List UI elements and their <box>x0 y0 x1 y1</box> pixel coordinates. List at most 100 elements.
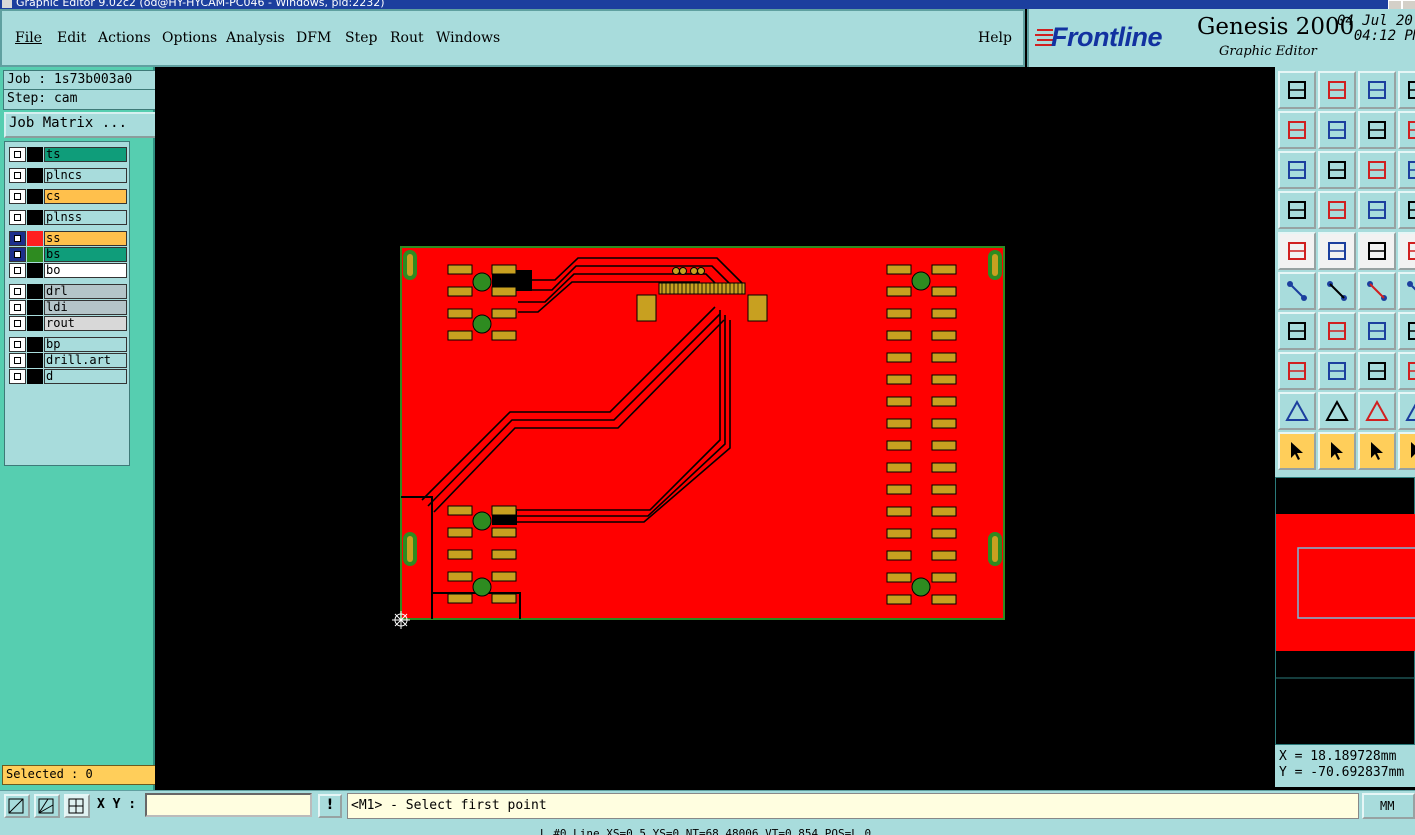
layer-checkbox[interactable] <box>9 337 26 352</box>
angle-snap-icon[interactable] <box>34 794 60 818</box>
layer-row-rout[interactable]: rout <box>9 316 127 331</box>
menu-step[interactable]: Step <box>345 30 377 46</box>
menu-help[interactable]: Help <box>978 30 1012 46</box>
layer-color-swatch[interactable] <box>27 337 43 352</box>
node-icon[interactable] <box>1398 272 1415 310</box>
layer-row-ss[interactable]: ss <box>9 231 127 246</box>
menu-windows[interactable]: Windows <box>436 30 500 46</box>
layer-row-drl[interactable]: drl <box>9 284 127 299</box>
slot-icon[interactable] <box>1398 392 1415 430</box>
warning-button[interactable]: ! <box>318 794 342 818</box>
xy-input[interactable] <box>145 793 312 817</box>
layer-color-swatch[interactable] <box>27 263 43 278</box>
layer-name[interactable]: bo <box>44 263 127 278</box>
prev-icon[interactable] <box>1278 111 1316 149</box>
select-icon[interactable] <box>1278 432 1316 470</box>
layer-name[interactable]: drill.art <box>44 353 127 368</box>
surface-icon[interactable] <box>1358 392 1396 430</box>
layer-color-swatch[interactable] <box>27 247 43 262</box>
point-move-icon[interactable] <box>1358 272 1396 310</box>
feature-info-icon[interactable] <box>1278 232 1316 270</box>
layer-checkbox[interactable] <box>9 300 26 315</box>
layer-checkbox[interactable] <box>9 369 26 384</box>
units-button[interactable]: MM <box>1362 793 1415 819</box>
layer-name[interactable]: ldi <box>44 300 127 315</box>
box-icon[interactable] <box>1398 232 1415 270</box>
layer-name[interactable]: d <box>44 369 127 384</box>
layer-checkbox[interactable] <box>9 263 26 278</box>
select-extra-icon[interactable] <box>1398 432 1415 470</box>
open-layer-icon[interactable] <box>1278 71 1316 109</box>
text-icon[interactable] <box>1398 312 1415 350</box>
overview-map[interactable] <box>1276 478 1415 746</box>
layer-checkbox[interactable] <box>9 189 26 204</box>
line-add-icon[interactable] <box>1318 352 1356 390</box>
poly-icon[interactable] <box>1318 392 1356 430</box>
measure-icon[interactable] <box>1358 191 1396 229</box>
layer-row-bo[interactable]: bo <box>9 263 127 278</box>
layer-row-cs[interactable]: cs <box>9 189 127 204</box>
layer-color-swatch[interactable] <box>27 284 43 299</box>
layer-checkbox[interactable] <box>9 147 26 162</box>
layer-checkbox[interactable] <box>9 284 26 299</box>
next-icon[interactable] <box>1318 111 1356 149</box>
layer-name[interactable]: bp <box>44 337 127 352</box>
ruler-icon[interactable] <box>1358 232 1396 270</box>
redo-icon[interactable] <box>1398 111 1415 149</box>
graphic-canvas[interactable] <box>155 67 1275 790</box>
select-box-icon[interactable] <box>1318 432 1356 470</box>
layer-name[interactable]: ts <box>44 147 127 162</box>
overview-window[interactable] <box>1275 477 1415 745</box>
menu-analysis[interactable]: Analysis <box>226 30 285 46</box>
pad-add-icon[interactable] <box>1278 352 1316 390</box>
layer-color-swatch[interactable] <box>27 189 43 204</box>
zoom-box-icon[interactable] <box>1398 151 1415 189</box>
snap-edit-icon[interactable] <box>1318 232 1356 270</box>
probe-icon[interactable] <box>1318 191 1356 229</box>
arc-icon[interactable] <box>1358 312 1396 350</box>
menu-actions[interactable]: Actions <box>98 30 151 46</box>
layer-color-swatch[interactable] <box>27 210 43 225</box>
menu-file[interactable]: File <box>15 30 42 46</box>
layer-row-plnss[interactable]: plnss <box>9 210 127 225</box>
layer-color-swatch[interactable] <box>27 353 43 368</box>
intersect-icon[interactable] <box>1318 272 1356 310</box>
layer-name[interactable]: bs <box>44 247 127 262</box>
layer-name[interactable]: cs <box>44 189 127 204</box>
layer-row-ldi[interactable]: ldi <box>9 300 127 315</box>
layer-row-plncs[interactable]: plncs <box>9 168 127 183</box>
home-icon[interactable] <box>1358 71 1396 109</box>
dimension-icon[interactable] <box>1358 352 1396 390</box>
menu-edit[interactable]: Edit <box>57 30 86 46</box>
layer-name[interactable]: drl <box>44 284 127 299</box>
connect-icon[interactable] <box>1278 272 1316 310</box>
angle-icon[interactable] <box>1278 312 1316 350</box>
line-icon[interactable] <box>1318 312 1356 350</box>
layer-row-bs[interactable]: bs <box>9 247 127 262</box>
layer-color-swatch[interactable] <box>27 300 43 315</box>
menu-rout[interactable]: Rout <box>390 30 424 46</box>
layer-name[interactable]: rout <box>44 316 127 331</box>
triangle-icon[interactable] <box>1278 392 1316 430</box>
layer-color-swatch[interactable] <box>27 231 43 246</box>
close-button[interactable] <box>1402 0 1415 9</box>
scale-1-2-icon[interactable] <box>1358 151 1396 189</box>
window-title-bar[interactable]: Graphic Editor 9.02c2 (od@HY-HYCAM-PC046… <box>0 0 1415 9</box>
copy-icon[interactable] <box>1398 352 1415 390</box>
menu-options[interactable]: Options <box>162 30 217 46</box>
layer-checkbox[interactable] <box>9 231 26 246</box>
layer-color-swatch[interactable] <box>27 168 43 183</box>
layer-checkbox[interactable] <box>9 210 26 225</box>
layer-row-ts[interactable]: ts <box>9 147 127 162</box>
grid-snap-icon[interactable] <box>64 794 90 818</box>
layer-name[interactable]: plncs <box>44 168 127 183</box>
layer-color-swatch[interactable] <box>27 316 43 331</box>
layer-color-swatch[interactable] <box>27 369 43 384</box>
layer-checkbox[interactable] <box>9 353 26 368</box>
save-icon[interactable] <box>1318 71 1356 109</box>
minimize-button[interactable] <box>1388 0 1402 9</box>
layer-row-d[interactable]: d <box>9 369 127 384</box>
pcb-drawing[interactable] <box>155 67 1275 790</box>
select-poly-icon[interactable] <box>1358 432 1396 470</box>
layer-row-bp[interactable]: bp <box>9 337 127 352</box>
